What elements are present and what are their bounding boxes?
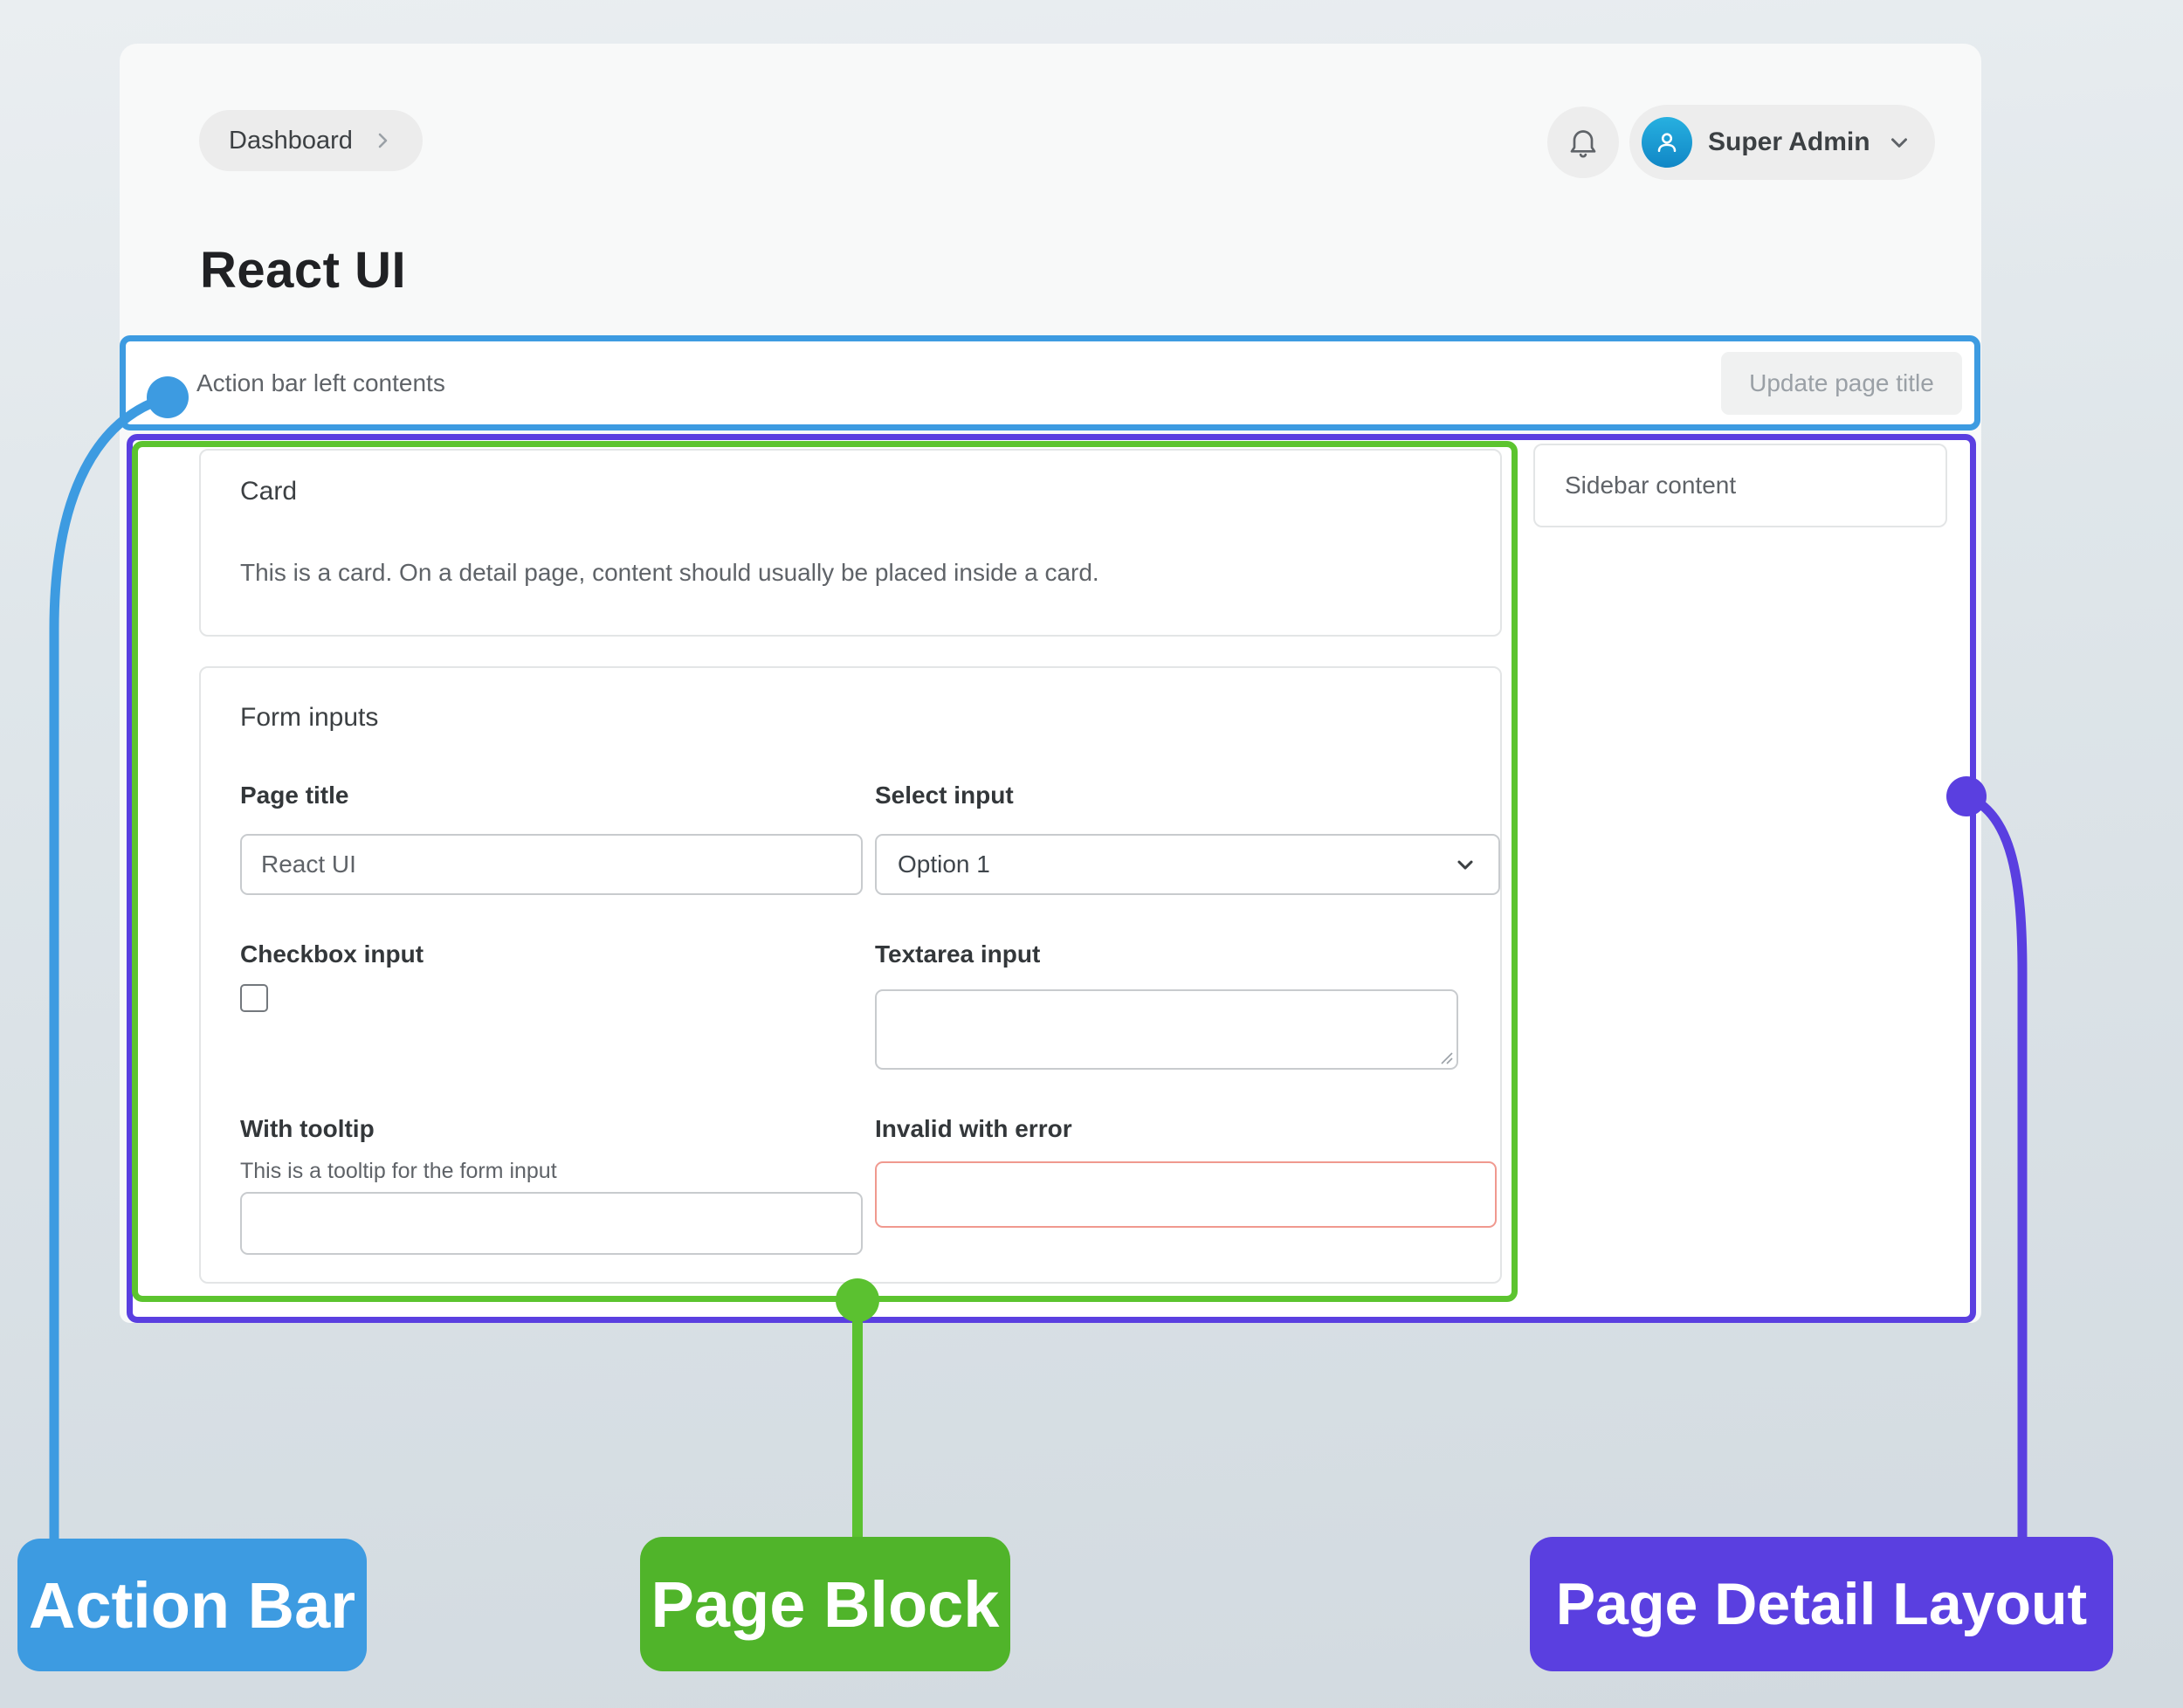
checkbox-input[interactable] — [240, 984, 268, 1012]
chevron-down-icon — [1886, 129, 1912, 155]
invalid-field-label: Invalid with error — [875, 1115, 1072, 1143]
chevron-down-icon — [1453, 852, 1477, 877]
select-field-label: Select input — [875, 782, 1014, 809]
page-block-annotation-label: Page Block — [640, 1537, 1010, 1671]
form-card-title: Form inputs — [240, 703, 378, 733]
invalid-input[interactable] — [875, 1161, 1497, 1228]
sidebar-card: Sidebar content — [1533, 444, 1947, 527]
select-input[interactable]: Option 1 — [875, 834, 1500, 895]
page-title: React UI — [200, 241, 406, 300]
update-page-title-button[interactable]: Update page title — [1721, 352, 1962, 415]
sidebar-text: Sidebar content — [1565, 472, 1736, 499]
action-bar-left-text: Action bar left contents — [196, 369, 445, 397]
content-card: Card This is a card. On a detail page, c… — [199, 449, 1502, 637]
tooltip-field-label: With tooltip — [240, 1115, 375, 1143]
form-card: Form inputs Page title Select input Opti… — [199, 666, 1502, 1284]
tooltip-input[interactable] — [240, 1192, 863, 1255]
action-bar-annotation-label: Action Bar — [17, 1539, 367, 1671]
bell-icon — [1566, 125, 1601, 160]
card-title: Card — [240, 477, 297, 506]
chevron-right-icon — [372, 130, 393, 151]
user-icon — [1651, 127, 1683, 158]
tooltip-text: This is a tooltip for the form input — [240, 1159, 557, 1184]
page-title-field-label: Page title — [240, 782, 348, 809]
textarea-field-label: Textarea input — [875, 940, 1040, 968]
resize-handle-icon[interactable] — [1435, 1046, 1454, 1065]
page-detail-layout-annotation-label: Page Detail Layout — [1530, 1537, 2113, 1671]
card-body-text: This is a card. On a detail page, conten… — [240, 559, 1099, 587]
breadcrumb-label: Dashboard — [229, 127, 353, 155]
user-menu[interactable]: Super Admin — [1629, 105, 1935, 180]
action-bar: Action bar left contents Update page tit… — [120, 335, 1980, 430]
page-title-input[interactable] — [240, 834, 863, 895]
breadcrumb[interactable]: Dashboard — [199, 110, 423, 171]
textarea-input[interactable] — [875, 989, 1458, 1070]
select-value: Option 1 — [898, 851, 990, 878]
checkbox-field-label: Checkbox input — [240, 940, 424, 968]
user-name: Super Admin — [1708, 127, 1870, 157]
avatar — [1642, 117, 1692, 168]
notifications-button[interactable] — [1547, 107, 1619, 178]
